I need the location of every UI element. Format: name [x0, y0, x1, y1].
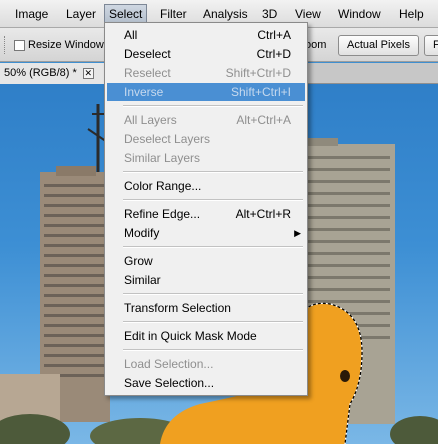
menu-separator — [123, 293, 303, 295]
options-grip[interactable] — [4, 36, 6, 54]
menu-separator — [123, 171, 303, 173]
menu-item-label: Save Selection... — [124, 376, 215, 390]
close-icon[interactable]: ✕ — [82, 67, 94, 79]
resize-windows-checkbox[interactable] — [14, 40, 25, 51]
menu-item-all[interactable]: All Ctrl+A — [107, 26, 305, 44]
document-tab[interactable]: 50% (RGB/8) * ✕ — [0, 63, 106, 84]
menu-item-label: Color Range... — [124, 179, 202, 193]
menu-separator — [123, 246, 303, 248]
menu-item-label: All — [124, 28, 138, 42]
menu-item-label: Grow — [124, 254, 153, 268]
menu-view[interactable]: View — [291, 4, 325, 24]
menu-separator — [123, 199, 303, 201]
menu-item-label: Reselect — [124, 66, 171, 80]
menu-select[interactable]: Select — [104, 4, 148, 24]
menu-item-shortcut: Ctrl+A — [257, 28, 291, 42]
menu-item-all-layers[interactable]: All Layers Alt+Ctrl+A — [107, 111, 305, 129]
menu-item-label: Deselect Layers — [124, 132, 211, 146]
fit-screen-button[interactable]: Fi — [424, 35, 438, 56]
menu-analysis[interactable]: Analysis — [199, 4, 252, 24]
menu-item-label: Inverse — [124, 85, 164, 99]
menu-item-save-selection[interactable]: Save Selection... — [107, 374, 305, 392]
menu-item-inverse[interactable]: Inverse Shift+Ctrl+I — [107, 83, 305, 101]
menu-item-grow[interactable]: Grow — [107, 252, 305, 270]
menu-item-label: Deselect — [124, 47, 171, 61]
menu-item-label: Edit in Quick Mask Mode — [124, 329, 257, 343]
menu-item-label: Transform Selection — [124, 301, 231, 315]
menu-separator — [123, 321, 303, 323]
menu-separator — [123, 105, 303, 107]
submenu-arrow-icon: ▶ — [294, 228, 301, 238]
menu-window[interactable]: Window — [334, 4, 385, 24]
select-menu-dropdown: All Ctrl+A Deselect Ctrl+D Reselect Shif… — [104, 22, 308, 396]
actual-pixels-button[interactable]: Actual Pixels — [338, 35, 419, 56]
menu-item-label: All Layers — [124, 113, 177, 127]
menu-item-shortcut: Alt+Ctrl+A — [236, 113, 291, 127]
menu-separator — [123, 349, 303, 351]
menu-item-quick-mask[interactable]: Edit in Quick Mask Mode — [107, 327, 305, 345]
menu-item-shortcut: Shift+Ctrl+D — [225, 66, 291, 80]
zoom-all-windows-label: oom — [305, 39, 327, 51]
menu-item-modify[interactable]: Modify ▶ — [107, 224, 305, 242]
menu-item-label: Modify — [124, 226, 160, 240]
menu-image[interactable]: Image — [11, 4, 52, 24]
menu-item-deselect-layers[interactable]: Deselect Layers — [107, 130, 305, 148]
menu-item-similar[interactable]: Similar — [107, 271, 305, 289]
menu-layer[interactable]: Layer — [62, 4, 100, 24]
menu-item-label: Refine Edge... — [124, 207, 201, 221]
menu-item-shortcut: Alt+Ctrl+R — [235, 207, 291, 221]
menu-item-deselect[interactable]: Deselect Ctrl+D — [107, 45, 305, 63]
document-tab-title: 50% (RGB/8) * — [4, 67, 77, 79]
menu-item-reselect[interactable]: Reselect Shift+Ctrl+D — [107, 64, 305, 82]
menu-item-shortcut: Shift+Ctrl+I — [230, 85, 291, 99]
menu-item-load-selection[interactable]: Load Selection... — [107, 355, 305, 373]
menu-item-label: Similar — [124, 273, 161, 287]
menu-filter[interactable]: Filter — [156, 4, 191, 24]
menu-item-label: Similar Layers — [124, 151, 201, 165]
menu-item-refine-edge[interactable]: Refine Edge... Alt+Ctrl+R — [107, 205, 305, 223]
menu-item-shortcut: Ctrl+D — [256, 47, 291, 61]
menu-item-similar-layers[interactable]: Similar Layers — [107, 149, 305, 167]
menu-item-transform-selection[interactable]: Transform Selection — [107, 299, 305, 317]
menu-3d[interactable]: 3D — [258, 4, 281, 24]
menu-help[interactable]: Help — [395, 4, 428, 24]
menu-item-color-range[interactable]: Color Range... — [107, 177, 305, 195]
menu-item-label: Load Selection... — [124, 357, 214, 371]
